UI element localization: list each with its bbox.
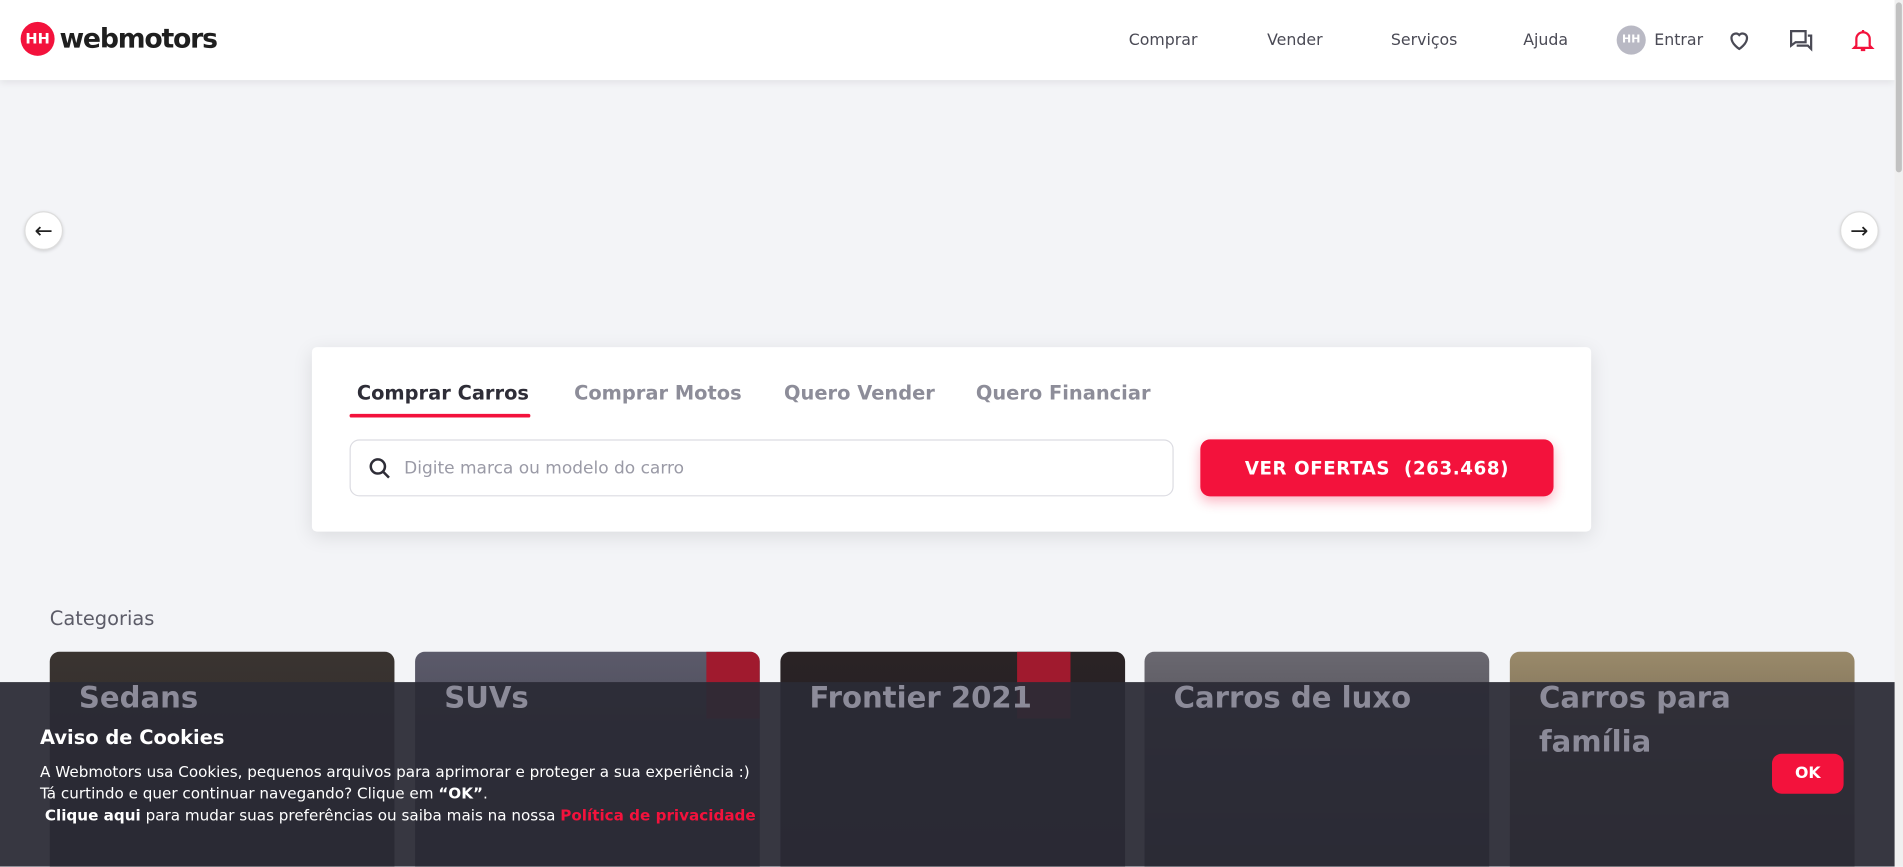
category-label-frontier: Frontier 2021 [809,680,1032,715]
categories-title: Categorias [49,606,155,630]
cookie-text: Tá curtindo e quer continuar navegando? … [40,784,439,803]
cookie-title: Aviso de Cookies [40,725,225,749]
nav-ajuda[interactable]: Ajuda [1523,32,1568,50]
search-field[interactable] [349,439,1174,497]
carousel-next-button[interactable]: → [1839,211,1879,251]
active-tab-indicator [349,413,531,418]
scrollbar[interactable] [1894,0,1903,867]
tab-quero-vender[interactable]: Quero Vender [784,381,935,404]
cookie-preferences-link[interactable]: Clique aqui [45,806,141,824]
cookie-text-2: Tá curtindo e quer continuar navegando? … [40,784,488,802]
heart-icon[interactable] [1726,27,1753,54]
category-label-suvs: SUVs [444,680,529,715]
category-label-luxo: Carros de luxo [1173,680,1412,715]
cookie-text-3: Clique aqui para mudar suas preferências… [40,806,756,824]
tab-comprar-motos[interactable]: Comprar Motos [574,381,742,404]
tab-quero-financiar[interactable]: Quero Financiar [976,381,1151,404]
category-label-familia: Carros para família [1538,680,1731,759]
category-label-sedans: Sedans [78,680,199,715]
cookie-ok-ref: “OK” [438,784,483,803]
nav-comprar[interactable]: Comprar [1129,32,1198,50]
logo-text: webmotors [59,23,218,55]
logo-mark: HH [20,21,55,56]
header: HH webmotors Comprar Vender Serviços Ajud… [0,0,1895,81]
search-input[interactable] [404,458,1133,478]
cookie-ok-button[interactable]: OK [1772,753,1844,794]
chat-icon[interactable] [1788,27,1815,54]
search-icon [369,457,390,478]
cookie-text: para mudar suas preferências ou saiba ma… [140,805,561,825]
avatar[interactable]: HH [1616,25,1646,55]
page: HH webmotors Comprar Vender Serviços Ajud… [0,0,1903,867]
webmotors-logo[interactable]: HH webmotors [20,21,218,56]
nav-vender[interactable]: Vender [1267,32,1322,50]
nav-servicos[interactable]: Serviços [1391,32,1457,50]
cookie-text-1: A Webmotors usa Cookies, pequenos arquiv… [40,762,750,781]
carousel-prev-button[interactable]: ← [24,211,64,251]
ver-ofertas-button[interactable]: VER OFERTAS (263.468) [1200,439,1554,497]
bell-icon[interactable] [1850,27,1877,54]
cookie-text: . [482,784,488,803]
login-link[interactable]: Entrar [1654,32,1703,50]
tab-comprar-carros[interactable]: Comprar Carros [357,381,529,404]
privacy-policy-link[interactable]: Política de privacidade [560,806,755,824]
